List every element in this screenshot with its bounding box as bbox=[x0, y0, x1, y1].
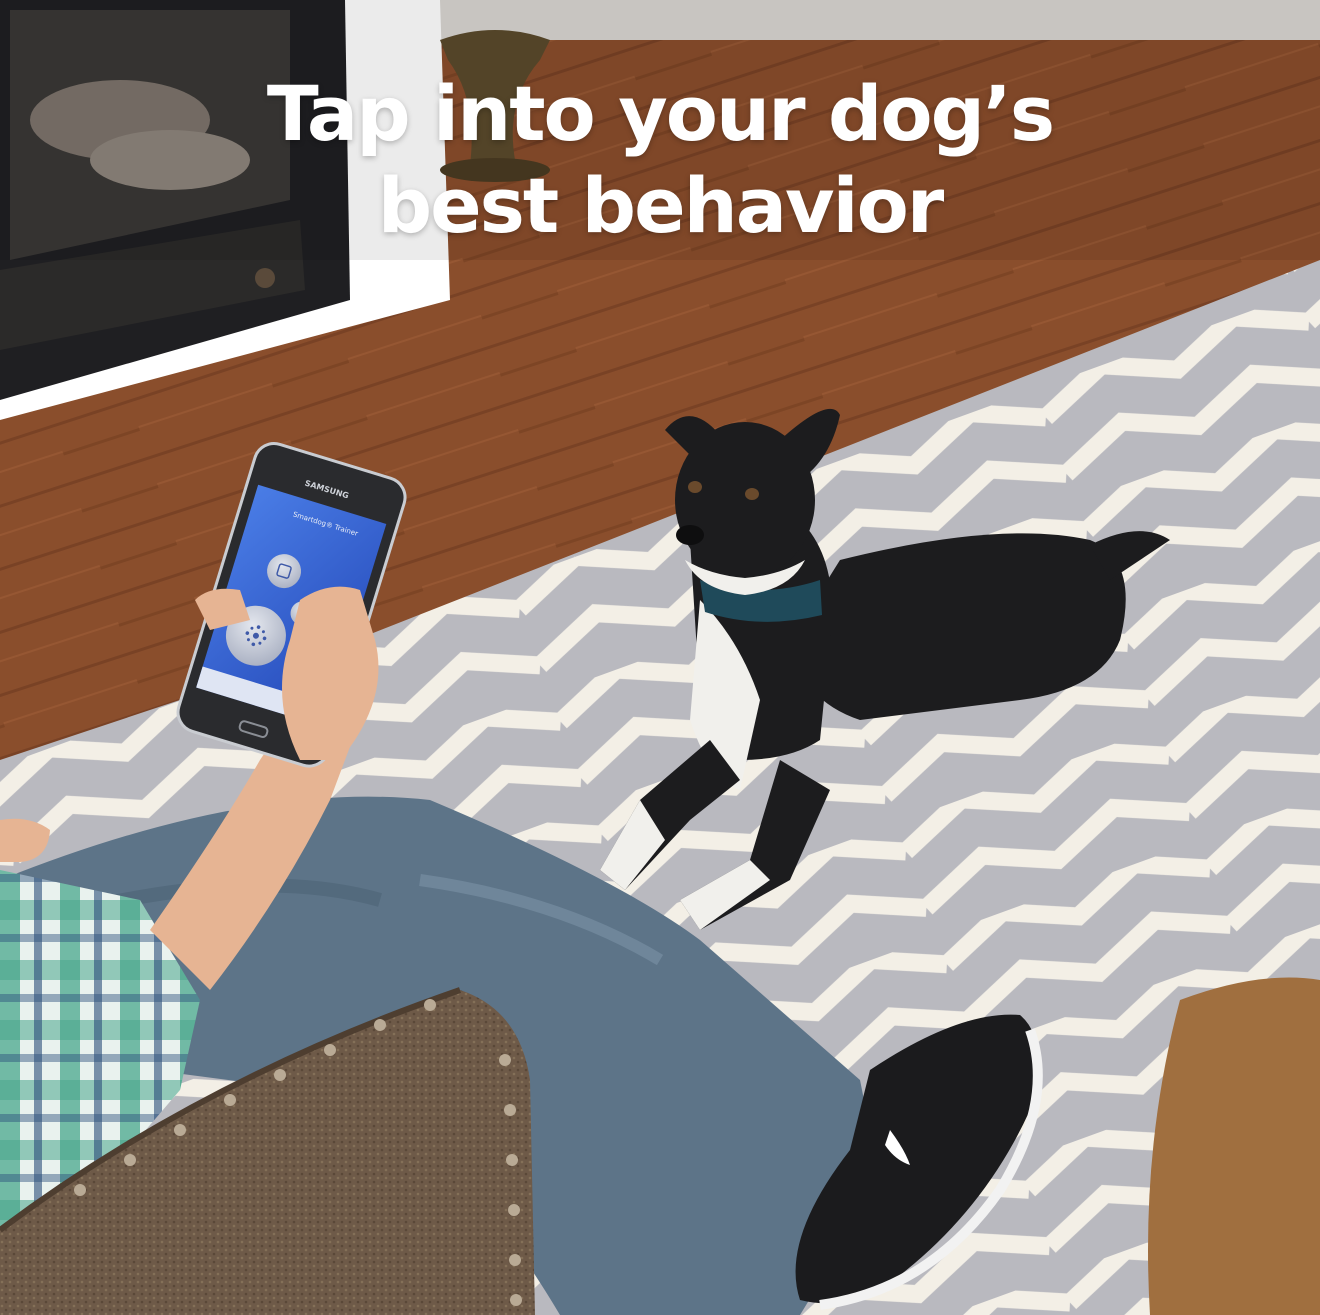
headline-line-2: best behavior bbox=[377, 161, 945, 250]
product-photo-scene: SAMSUNG Smartdog® Trainer Tap into your … bbox=[0, 0, 1320, 1315]
headline: Tap into your dog’s best behavior bbox=[0, 68, 1320, 252]
ottoman bbox=[1148, 977, 1320, 1315]
headline-line-1: Tap into your dog’s bbox=[266, 69, 1055, 158]
